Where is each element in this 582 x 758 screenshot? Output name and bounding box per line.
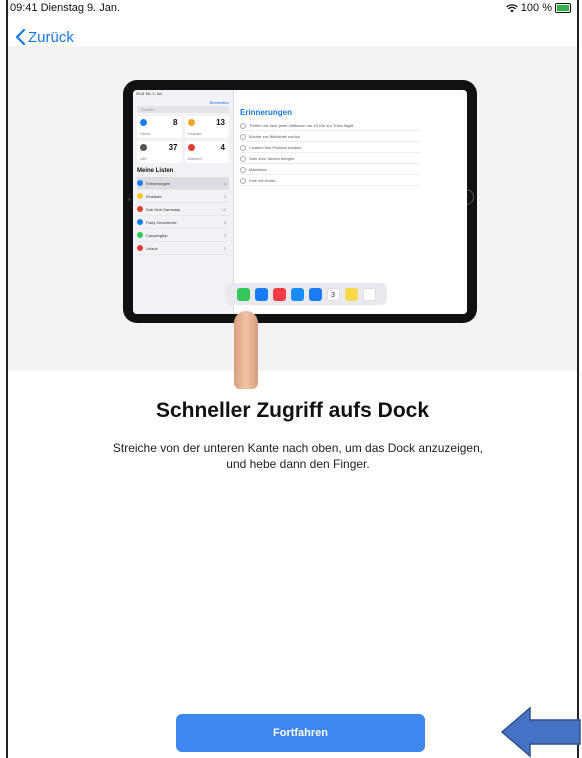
list-label: Urlaub (146, 245, 158, 251)
search-field-illustration: Suchen (137, 106, 229, 113)
reminder-item: Malerkurs (240, 165, 420, 175)
reminders-title: Erinnerungen (240, 108, 293, 117)
tile-count: 4 (220, 143, 225, 152)
dock-illustration: 09:41 Mo. 9. Jan. Bearbeiten Suchen 8 Heu… (8, 46, 577, 389)
smart-list-tiles: 8 Heute 13 Geplant 37 Alle 4 Markiert (137, 116, 229, 163)
page-description: Streiche von der unteren Kante nach oben… (78, 440, 518, 472)
calendar-icon: 3 (326, 287, 340, 301)
list-count: 5 (223, 219, 226, 225)
device-status: 09:41 Mo. 9. Jan. (136, 92, 164, 96)
reminder-text: Treffen mit Jane jeden Mittwoch um 18 Uh… (249, 123, 354, 128)
page-title: Schneller Zugriff aufs Dock (155, 399, 430, 422)
setup-screen: 09:41 Dienstag 9. Jan. 100 % Zurück 09:4… (6, 0, 579, 758)
list-color-icon (187, 144, 195, 151)
list-item: Party Geschenke 5 (137, 216, 229, 229)
chevron-left-icon (15, 28, 26, 46)
wifi-icon (505, 3, 518, 12)
battery-percent: 100 % (520, 2, 552, 14)
mail-icon (290, 287, 304, 301)
back-label: Zurück (28, 28, 74, 46)
checkbox-icon (240, 144, 246, 151)
battery-icon (555, 3, 571, 13)
tile-count: 8 (173, 118, 178, 127)
smart-list-tile: 8 Heute (137, 116, 182, 138)
list-label: Erinnerungen (146, 180, 171, 186)
checkbox-icon (240, 166, 246, 173)
description-line-1: Streiche von der unteren Kante nach oben… (112, 441, 484, 455)
reminders-main: Erinnerungen Treffen mit Jane jeden Mitt… (234, 90, 467, 314)
status-time-date: 09:41 Dienstag 9. Jan. (10, 2, 121, 14)
checkbox-icon (240, 122, 246, 129)
list-item: Dub Dub Gameday 10 (137, 203, 229, 216)
status-bar: 09:41 Dienstag 9. Jan. 100 % (8, 0, 577, 16)
smart-list-tile: 4 Markiert (184, 141, 229, 163)
list-item: Campingtrip 3 (137, 229, 229, 242)
reminder-item: Bücher zur Bibliothek zurück (240, 132, 420, 142)
tile-label: Geplant (187, 131, 202, 136)
list-label: Einkäufe (146, 193, 162, 199)
list-color-icon (137, 206, 143, 212)
continue-button[interactable]: Fortfahren (176, 714, 425, 752)
list-count: 6 (223, 180, 226, 186)
list-item: Erinnerungen 6 (137, 177, 229, 190)
smart-list-tile: 13 Geplant (184, 116, 229, 138)
music-icon (272, 287, 286, 301)
notes-icon (344, 287, 358, 301)
list-label: Campingtrip (146, 232, 168, 238)
list-item: Einkäufe 5 (137, 190, 229, 203)
files-icon (308, 287, 322, 301)
list-color-icon (137, 193, 143, 199)
list-color-icon (137, 232, 143, 238)
tile-label: Alle (140, 156, 147, 161)
reminders-icon (362, 287, 376, 301)
status-right: 100 % (505, 2, 571, 14)
description-line-2: und hebe dann den Finger. (226, 457, 370, 471)
annotation-arrow-icon (500, 706, 581, 758)
list-item: Urlaub 3 (137, 242, 229, 255)
list-color-icon (140, 144, 147, 151)
reminder-item: Cookies fürs Picknick backen (240, 143, 420, 153)
reminder-text: Bücher zur Bibliothek zurück (249, 134, 300, 139)
camera-dot (128, 198, 131, 201)
dock: 3 (225, 283, 387, 305)
edit-link: Bearbeiten (209, 100, 229, 105)
tile-count: 37 (168, 143, 178, 152)
list-color-icon (137, 219, 143, 225)
list-color-icon (140, 119, 147, 126)
checkbox-icon (240, 177, 246, 184)
checkbox-icon (240, 155, 246, 162)
ipad-screen: 09:41 Mo. 9. Jan. Bearbeiten Suchen 8 Heu… (133, 90, 467, 314)
reminder-text: Malerkurs (249, 167, 267, 172)
reminder-item: Sam zum Tanzen bringen (240, 154, 420, 164)
tile-label: Markiert (187, 156, 202, 161)
messages-icon (236, 287, 250, 301)
list-count: 3 (223, 232, 226, 238)
safari-icon (254, 287, 268, 301)
my-lists: Meine Listen Erinnerungen 6 Einkäufe 5 Dub D… (137, 168, 229, 255)
smart-list-tile: 37 Alle (137, 141, 182, 163)
reminder-text: Knie mit Kristin (249, 178, 276, 183)
ipad-illustration: 09:41 Mo. 9. Jan. Bearbeiten Suchen 8 Heu… (123, 80, 477, 323)
list-color-icon (137, 245, 143, 251)
list-label: Party Geschenke (146, 219, 177, 225)
back-button[interactable]: Zurück (14, 28, 74, 46)
reminder-text: Sam zum Tanzen bringen (249, 156, 295, 161)
lists-container: Erinnerungen 6 Einkäufe 5 Dub Dub Gameday 10 P… (137, 177, 229, 255)
list-color-icon (137, 180, 143, 186)
tile-label: Heute (140, 131, 151, 136)
checkbox-icon (240, 133, 246, 140)
list-count: 10 (221, 206, 226, 212)
tile-count: 13 (216, 118, 225, 127)
reminders-sidebar: 09:41 Mo. 9. Jan. Bearbeiten Suchen 8 Heu… (133, 90, 234, 314)
reminder-item: Treffen mit Jane jeden Mittwoch um 18 Uh… (240, 121, 420, 131)
reminder-text: Cookies fürs Picknick backen (249, 145, 302, 150)
list-count: 5 (223, 193, 226, 199)
list-count: 3 (223, 245, 226, 251)
lists-heading: Meine Listen (137, 168, 174, 174)
list-color-icon (187, 119, 195, 126)
finger-illustration (234, 311, 258, 389)
list-label: Dub Dub Gameday (146, 206, 181, 212)
reminder-item: Knie mit Kristin (240, 176, 420, 186)
